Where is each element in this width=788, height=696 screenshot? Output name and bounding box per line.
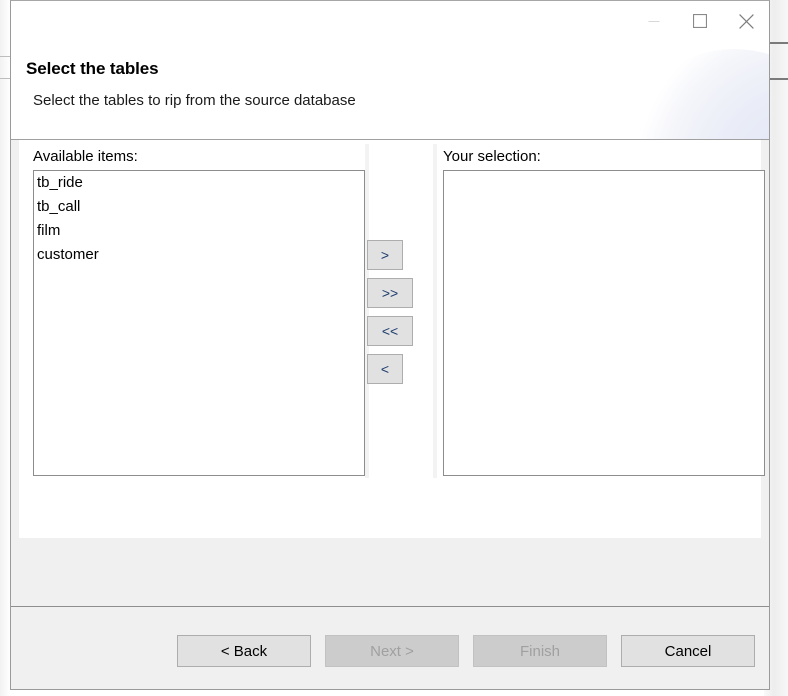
page-subtitle: Select the tables to rip from the source…	[33, 92, 356, 109]
close-icon[interactable]	[723, 1, 769, 41]
remove-all-button[interactable]: <<	[367, 316, 413, 346]
add-all-button[interactable]: >>	[367, 278, 413, 308]
finish-button: Finish	[473, 635, 607, 667]
maximize-icon[interactable]	[677, 1, 723, 41]
page-title: Select the tables	[26, 59, 159, 78]
wizard-dialog: Select the tables Select the tables to r…	[10, 0, 770, 690]
back-button[interactable]: < Back	[177, 635, 311, 667]
panel-gutter-right	[433, 144, 437, 478]
transfer-button-column: > >> << <	[367, 240, 431, 392]
footer-button-row: < Back Next > Finish Cancel	[11, 635, 769, 667]
dialog-footer: < Back Next > Finish Cancel	[11, 606, 769, 687]
minimize-icon[interactable]	[631, 1, 677, 41]
screen-root: Select the tables Select the tables to r…	[0, 0, 788, 696]
your-selection-list[interactable]	[443, 170, 765, 476]
available-item[interactable]: film	[34, 219, 364, 243]
wizard-header: Select the tables Select the tables to r…	[11, 41, 769, 140]
available-items-list[interactable]: tb_ride tb_call film customer	[33, 170, 365, 476]
available-items-label: Available items:	[33, 148, 138, 165]
wizard-content: Available items: tb_ride tb_call film custo…	[19, 140, 765, 538]
background-window-left-edge	[0, 0, 10, 696]
available-item[interactable]: tb_ride	[34, 171, 364, 195]
available-item[interactable]: customer	[34, 243, 364, 267]
content-filler	[11, 538, 769, 606]
add-selected-button[interactable]: >	[367, 240, 403, 270]
available-item[interactable]: tb_call	[34, 195, 364, 219]
next-button: Next >	[325, 635, 459, 667]
header-decoration	[639, 49, 769, 139]
title-bar[interactable]	[11, 1, 769, 41]
your-selection-label: Your selection:	[443, 148, 541, 165]
remove-selected-button[interactable]: <	[367, 354, 403, 384]
cancel-button[interactable]: Cancel	[621, 635, 755, 667]
window-controls	[631, 1, 769, 41]
